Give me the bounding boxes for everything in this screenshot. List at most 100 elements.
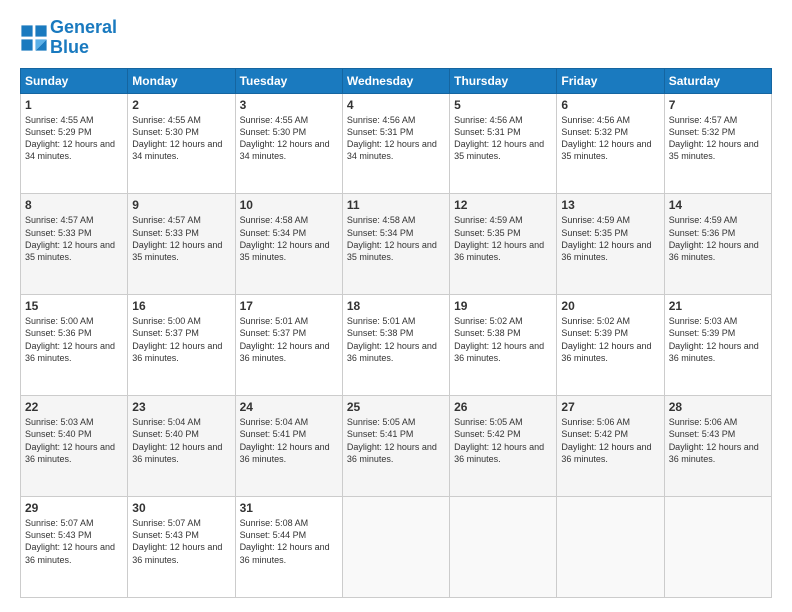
calendar-cell: 25 Sunrise: 5:05 AMSunset: 5:41 PMDaylig… [342,396,449,497]
day-number: 3 [240,98,338,112]
calendar-table: SundayMondayTuesdayWednesdayThursdayFrid… [20,68,772,598]
cell-info: Sunrise: 5:01 AMSunset: 5:38 PMDaylight:… [347,316,437,362]
calendar-cell: 6 Sunrise: 4:56 AMSunset: 5:32 PMDayligh… [557,93,664,194]
day-number: 9 [132,198,230,212]
weekday-header-row: SundayMondayTuesdayWednesdayThursdayFrid… [21,68,772,93]
calendar-cell: 14 Sunrise: 4:59 AMSunset: 5:36 PMDaylig… [664,194,771,295]
calendar-cell: 20 Sunrise: 5:02 AMSunset: 5:39 PMDaylig… [557,295,664,396]
cell-info: Sunrise: 4:58 AMSunset: 5:34 PMDaylight:… [347,215,437,261]
day-number: 14 [669,198,767,212]
calendar-cell: 16 Sunrise: 5:00 AMSunset: 5:37 PMDaylig… [128,295,235,396]
cell-info: Sunrise: 5:05 AMSunset: 5:42 PMDaylight:… [454,417,544,463]
day-number: 21 [669,299,767,313]
calendar-cell: 26 Sunrise: 5:05 AMSunset: 5:42 PMDaylig… [450,396,557,497]
calendar-cell [450,497,557,598]
day-number: 28 [669,400,767,414]
day-number: 6 [561,98,659,112]
cell-info: Sunrise: 5:06 AMSunset: 5:42 PMDaylight:… [561,417,651,463]
weekday-header-tuesday: Tuesday [235,68,342,93]
cell-info: Sunrise: 4:55 AMSunset: 5:29 PMDaylight:… [25,115,115,161]
cell-info: Sunrise: 4:57 AMSunset: 5:33 PMDaylight:… [25,215,115,261]
calendar-cell: 28 Sunrise: 5:06 AMSunset: 5:43 PMDaylig… [664,396,771,497]
day-number: 23 [132,400,230,414]
cell-info: Sunrise: 5:06 AMSunset: 5:43 PMDaylight:… [669,417,759,463]
day-number: 17 [240,299,338,313]
day-number: 31 [240,501,338,515]
cell-info: Sunrise: 4:56 AMSunset: 5:32 PMDaylight:… [561,115,651,161]
calendar-cell: 10 Sunrise: 4:58 AMSunset: 5:34 PMDaylig… [235,194,342,295]
calendar-cell: 5 Sunrise: 4:56 AMSunset: 5:31 PMDayligh… [450,93,557,194]
calendar-cell: 30 Sunrise: 5:07 AMSunset: 5:43 PMDaylig… [128,497,235,598]
cell-info: Sunrise: 5:07 AMSunset: 5:43 PMDaylight:… [25,518,115,564]
day-number: 2 [132,98,230,112]
weekday-header-sunday: Sunday [21,68,128,93]
calendar-cell: 15 Sunrise: 5:00 AMSunset: 5:36 PMDaylig… [21,295,128,396]
day-number: 12 [454,198,552,212]
day-number: 4 [347,98,445,112]
weekday-header-wednesday: Wednesday [342,68,449,93]
calendar-week-row-3: 15 Sunrise: 5:00 AMSunset: 5:36 PMDaylig… [21,295,772,396]
calendar-cell: 27 Sunrise: 5:06 AMSunset: 5:42 PMDaylig… [557,396,664,497]
day-number: 25 [347,400,445,414]
day-number: 8 [25,198,123,212]
calendar-week-row-4: 22 Sunrise: 5:03 AMSunset: 5:40 PMDaylig… [21,396,772,497]
calendar-cell [557,497,664,598]
logo: General Blue [20,18,117,58]
weekday-header-monday: Monday [128,68,235,93]
cell-info: Sunrise: 5:08 AMSunset: 5:44 PMDaylight:… [240,518,330,564]
day-number: 24 [240,400,338,414]
calendar-week-row-5: 29 Sunrise: 5:07 AMSunset: 5:43 PMDaylig… [21,497,772,598]
cell-info: Sunrise: 4:59 AMSunset: 5:35 PMDaylight:… [561,215,651,261]
calendar-cell: 8 Sunrise: 4:57 AMSunset: 5:33 PMDayligh… [21,194,128,295]
calendar-cell: 23 Sunrise: 5:04 AMSunset: 5:40 PMDaylig… [128,396,235,497]
cell-info: Sunrise: 4:58 AMSunset: 5:34 PMDaylight:… [240,215,330,261]
cell-info: Sunrise: 4:57 AMSunset: 5:32 PMDaylight:… [669,115,759,161]
cell-info: Sunrise: 5:07 AMSunset: 5:43 PMDaylight:… [132,518,222,564]
page: General Blue SundayMondayTuesdayWednesda… [0,0,792,612]
calendar-cell: 22 Sunrise: 5:03 AMSunset: 5:40 PMDaylig… [21,396,128,497]
weekday-header-saturday: Saturday [664,68,771,93]
day-number: 11 [347,198,445,212]
cell-info: Sunrise: 4:55 AMSunset: 5:30 PMDaylight:… [240,115,330,161]
cell-info: Sunrise: 4:59 AMSunset: 5:36 PMDaylight:… [669,215,759,261]
calendar-cell: 13 Sunrise: 4:59 AMSunset: 5:35 PMDaylig… [557,194,664,295]
cell-info: Sunrise: 5:05 AMSunset: 5:41 PMDaylight:… [347,417,437,463]
calendar-cell [664,497,771,598]
calendar-cell: 3 Sunrise: 4:55 AMSunset: 5:30 PMDayligh… [235,93,342,194]
weekday-header-friday: Friday [557,68,664,93]
calendar-cell: 12 Sunrise: 4:59 AMSunset: 5:35 PMDaylig… [450,194,557,295]
cell-info: Sunrise: 5:04 AMSunset: 5:40 PMDaylight:… [132,417,222,463]
calendar-cell: 21 Sunrise: 5:03 AMSunset: 5:39 PMDaylig… [664,295,771,396]
calendar-cell: 18 Sunrise: 5:01 AMSunset: 5:38 PMDaylig… [342,295,449,396]
cell-info: Sunrise: 4:57 AMSunset: 5:33 PMDaylight:… [132,215,222,261]
cell-info: Sunrise: 5:00 AMSunset: 5:36 PMDaylight:… [25,316,115,362]
calendar-cell: 17 Sunrise: 5:01 AMSunset: 5:37 PMDaylig… [235,295,342,396]
logo-icon [20,24,48,52]
calendar-cell: 31 Sunrise: 5:08 AMSunset: 5:44 PMDaylig… [235,497,342,598]
calendar-cell: 11 Sunrise: 4:58 AMSunset: 5:34 PMDaylig… [342,194,449,295]
logo-text: General Blue [50,18,117,58]
day-number: 1 [25,98,123,112]
calendar-cell [342,497,449,598]
day-number: 30 [132,501,230,515]
cell-info: Sunrise: 4:56 AMSunset: 5:31 PMDaylight:… [454,115,544,161]
cell-info: Sunrise: 5:03 AMSunset: 5:40 PMDaylight:… [25,417,115,463]
day-number: 26 [454,400,552,414]
weekday-header-thursday: Thursday [450,68,557,93]
cell-info: Sunrise: 4:59 AMSunset: 5:35 PMDaylight:… [454,215,544,261]
day-number: 27 [561,400,659,414]
calendar-cell: 7 Sunrise: 4:57 AMSunset: 5:32 PMDayligh… [664,93,771,194]
cell-info: Sunrise: 5:02 AMSunset: 5:39 PMDaylight:… [561,316,651,362]
cell-info: Sunrise: 5:02 AMSunset: 5:38 PMDaylight:… [454,316,544,362]
calendar-cell: 2 Sunrise: 4:55 AMSunset: 5:30 PMDayligh… [128,93,235,194]
day-number: 7 [669,98,767,112]
calendar-cell: 19 Sunrise: 5:02 AMSunset: 5:38 PMDaylig… [450,295,557,396]
day-number: 29 [25,501,123,515]
calendar-cell: 29 Sunrise: 5:07 AMSunset: 5:43 PMDaylig… [21,497,128,598]
cell-info: Sunrise: 4:55 AMSunset: 5:30 PMDaylight:… [132,115,222,161]
day-number: 15 [25,299,123,313]
day-number: 10 [240,198,338,212]
day-number: 22 [25,400,123,414]
day-number: 13 [561,198,659,212]
calendar-cell: 9 Sunrise: 4:57 AMSunset: 5:33 PMDayligh… [128,194,235,295]
